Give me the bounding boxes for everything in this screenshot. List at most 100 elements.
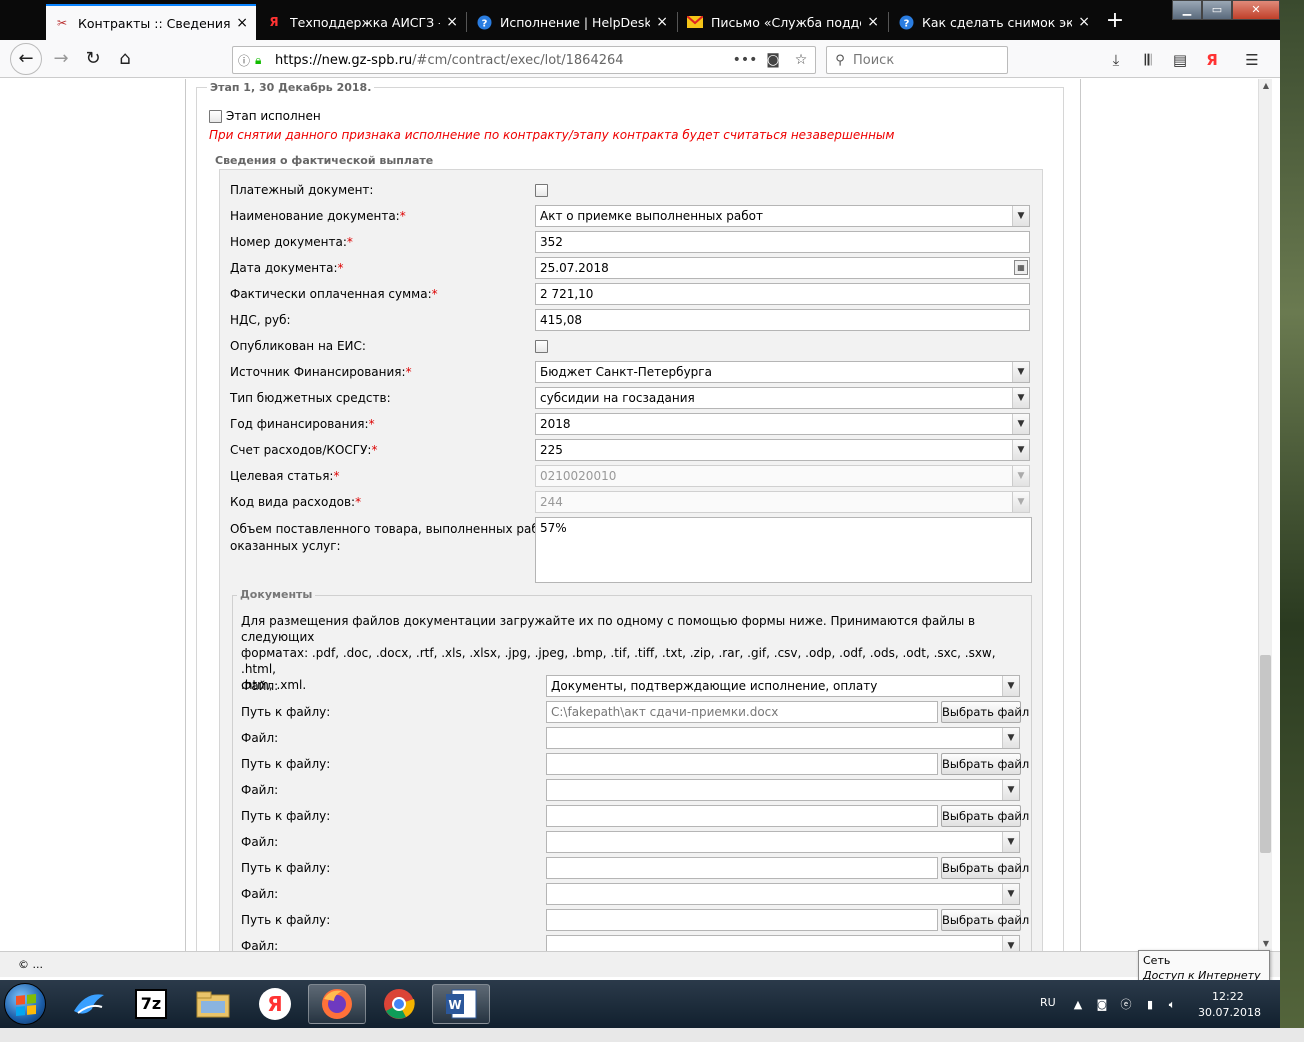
- vat-label: НДС, руб:: [230, 313, 291, 327]
- funding-source-select[interactable]: Бюджет Санкт-Петербурга ▼: [535, 361, 1030, 383]
- maximize-button[interactable]: ▭: [1202, 0, 1232, 20]
- downloads-icon[interactable]: ⤓: [1104, 48, 1128, 72]
- taskbar-app-chrome[interactable]: [370, 984, 428, 1024]
- taskbar-app-bird[interactable]: [60, 984, 118, 1024]
- close-icon[interactable]: ×: [446, 14, 458, 30]
- scrollbar-thumb[interactable]: [1260, 655, 1271, 853]
- chevron-down-icon: ▼: [1012, 440, 1029, 460]
- tab-separator: [888, 12, 889, 32]
- close-icon[interactable]: ×: [236, 15, 248, 31]
- file-type-select[interactable]: ▼: [546, 727, 1020, 749]
- file-path-input[interactable]: [546, 753, 938, 775]
- file-path-input[interactable]: [546, 909, 938, 931]
- choose-file-button[interactable]: Выбрать файл: [941, 909, 1029, 931]
- address-bar[interactable]: ⓘ 🔒︎ https://new.gz-spb.ru/#cm/contract/…: [232, 46, 816, 74]
- start-button[interactable]: [4, 983, 46, 1025]
- file-path-input[interactable]: [546, 857, 938, 879]
- doc-name-select[interactable]: Акт о приемке выполненных работ ▼: [535, 205, 1030, 227]
- language-indicator[interactable]: RU: [1040, 996, 1056, 1009]
- taskbar-app-7zip[interactable]: 7z: [122, 984, 180, 1024]
- taskbar-app-yandex[interactable]: Я: [246, 984, 304, 1024]
- taskbar-app-explorer[interactable]: [184, 984, 242, 1024]
- yandex-icon: Я: [259, 988, 291, 1020]
- chevron-down-icon: ▼: [1002, 884, 1019, 904]
- choose-file-button[interactable]: Выбрать файл: [941, 857, 1029, 879]
- search-bar[interactable]: ⚲ Поиск: [826, 46, 1008, 74]
- choose-file-button[interactable]: Выбрать файл: [941, 805, 1029, 827]
- tray-app-icon[interactable]: ◙: [1094, 997, 1110, 1013]
- clock-time[interactable]: 12:22: [1212, 990, 1244, 1003]
- payment-legend: Сведения о фактической выплате: [212, 154, 437, 167]
- chevron-down-icon: ▼: [1012, 388, 1029, 408]
- file-path-input[interactable]: C:\fakepath\акт сдачи-приемки.docx: [546, 701, 938, 723]
- stage-completed-checkbox[interactable]: [209, 110, 222, 123]
- volume-textarea[interactable]: 57%: [535, 517, 1032, 583]
- tab-techsupport[interactable]: Я Техподдержка АИСГЗ — Ян ×: [258, 4, 466, 40]
- mail-icon: [687, 14, 703, 30]
- back-button[interactable]: ←: [10, 43, 42, 75]
- doc-date-input[interactable]: 25.07.2018 ▦: [535, 257, 1030, 279]
- info-icon[interactable]: ⓘ: [233, 52, 255, 69]
- chevron-down-icon: ▼: [1012, 206, 1029, 226]
- expense-account-select[interactable]: 225 ▼: [535, 439, 1030, 461]
- published-checkbox[interactable]: [535, 340, 548, 353]
- new-tab-button[interactable]: +: [1100, 6, 1130, 36]
- close-window-button[interactable]: ✕: [1232, 0, 1280, 20]
- scroll-down-icon[interactable]: ▼: [1259, 937, 1273, 951]
- library-icon[interactable]: 𝄃𝄃: [1136, 48, 1160, 72]
- page-scrollbar[interactable]: ▲ ▼: [1258, 79, 1272, 951]
- taskbar-app-firefox[interactable]: [308, 984, 366, 1024]
- expense-code-label: Код вида расходов:*: [230, 495, 362, 509]
- budget-type-select[interactable]: субсидии на госзадания ▼: [535, 387, 1030, 409]
- pocket-icon[interactable]: ◙: [759, 52, 787, 68]
- tab-helpdesk[interactable]: ? Исполнение | HelpDesk - с ×: [468, 4, 676, 40]
- close-icon[interactable]: ×: [1078, 14, 1090, 30]
- tab-mail[interactable]: Письмо «Служба поддерж ×: [679, 4, 887, 40]
- choose-file-button[interactable]: Выбрать файл: [941, 701, 1029, 723]
- url-text[interactable]: https://new.gz-spb.ru/#cm/contract/exec/…: [271, 53, 731, 68]
- taskbar-app-word[interactable]: W: [432, 984, 490, 1024]
- calendar-icon[interactable]: ▦: [1014, 260, 1028, 275]
- funding-year-select[interactable]: 2018 ▼: [535, 413, 1030, 435]
- doc-number-input[interactable]: 352: [535, 231, 1030, 253]
- tray-up-icon[interactable]: ▲: [1070, 997, 1086, 1013]
- close-icon[interactable]: ×: [867, 14, 879, 30]
- menu-icon[interactable]: ☰: [1240, 48, 1264, 72]
- file-type-select[interactable]: ▼: [546, 883, 1020, 905]
- chevron-down-icon: ▼: [1002, 676, 1019, 696]
- clock-date[interactable]: 30.07.2018: [1198, 1006, 1261, 1019]
- tab-contracts[interactable]: ✂ Контракты :: Сведения об и ×: [46, 4, 256, 40]
- file-type-select[interactable]: ▼: [546, 779, 1020, 801]
- search-placeholder: Поиск: [853, 52, 895, 68]
- network-icon[interactable]: ▮: [1142, 997, 1158, 1013]
- home-button[interactable]: ⌂: [110, 44, 140, 74]
- choose-file-button[interactable]: Выбрать файл: [941, 753, 1029, 775]
- stage-completed-label: Этап исполнен: [226, 109, 321, 123]
- close-icon[interactable]: ×: [656, 14, 668, 30]
- scroll-up-icon[interactable]: ▲: [1259, 79, 1273, 93]
- reload-button[interactable]: ↻: [78, 44, 108, 74]
- target-item-label: Целевая статья:*: [230, 469, 340, 483]
- vat-input[interactable]: 415,08: [535, 309, 1030, 331]
- tray-browser-icon[interactable]: ⓔ: [1118, 997, 1134, 1013]
- page-actions-icon[interactable]: •••: [731, 52, 759, 68]
- volume-icon[interactable]: 🔈︎: [1164, 997, 1180, 1013]
- sidebar-icon[interactable]: ▤: [1168, 48, 1192, 72]
- file-type-select[interactable]: Документы, подтверждающие исполнение, оп…: [546, 675, 1020, 697]
- screen: ✂ Контракты :: Сведения об и × Я Техподд…: [0, 0, 1304, 1042]
- tab-screenshot-howto[interactable]: ? Как сделать снимок экрана ×: [890, 4, 1098, 40]
- yandex-icon[interactable]: Я: [1200, 48, 1224, 72]
- file-type-select[interactable]: ▼: [546, 831, 1020, 853]
- payment-doc-checkbox[interactable]: [535, 184, 548, 197]
- bookmark-star-icon[interactable]: ☆: [787, 52, 815, 68]
- chevron-down-icon: ▼: [1012, 414, 1029, 434]
- folder-icon: [196, 991, 230, 1018]
- file-path-input[interactable]: [546, 805, 938, 827]
- forward-button[interactable]: →: [46, 44, 76, 74]
- minimize-button[interactable]: ▁: [1172, 0, 1202, 20]
- file-label: Файл:: [241, 939, 279, 951]
- paid-sum-input[interactable]: 2 721,10: [535, 283, 1030, 305]
- file-type-select[interactable]: ▼: [546, 935, 1020, 951]
- windows-logo-icon: [16, 993, 36, 1017]
- lock-icon[interactable]: 🔒︎: [255, 53, 271, 68]
